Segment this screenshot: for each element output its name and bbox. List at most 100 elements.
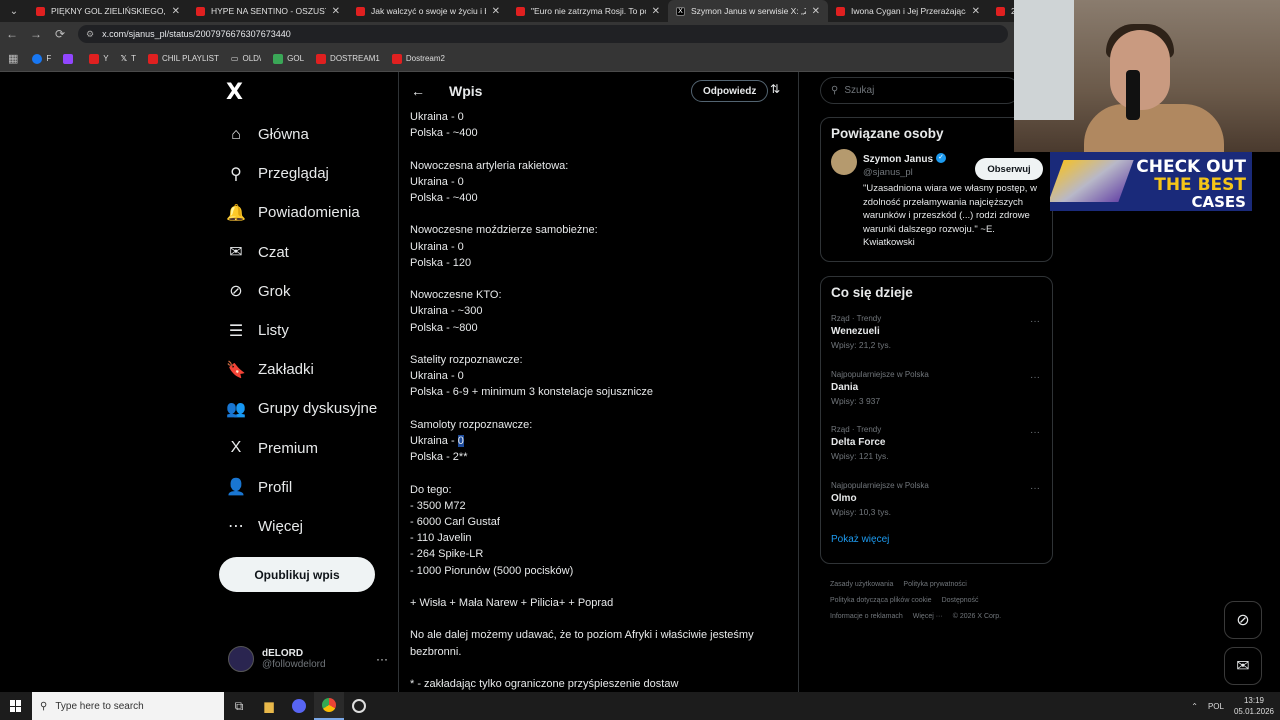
file-explorer-icon[interactable]: ▆: [254, 692, 284, 720]
sidebar-item-zakładki[interactable]: 🔖 Zakładki: [222, 350, 377, 389]
browser-tab[interactable]: Jak walczyć o swoje w życiu i bi ✕: [348, 0, 508, 22]
task-view-icon[interactable]: ⧉: [224, 692, 254, 720]
verified-icon: ✓: [936, 152, 947, 163]
taskbar-search[interactable]: ⚲ Type here to search: [32, 692, 224, 720]
youtube-icon: [356, 6, 365, 16]
youtube-icon: [147, 53, 158, 64]
grok-float-button[interactable]: ⊘: [1224, 601, 1262, 639]
post-line: Polska - 6-9 + minimum 3 konstelacje soj…: [410, 386, 654, 399]
trend-post-count: Wpisy: 21,2 tys.: [831, 340, 891, 350]
post-line: Nowoczesne moździerze samobieżne:: [410, 224, 598, 237]
back-icon[interactable]: ←: [0, 27, 24, 41]
bookmark-item[interactable]: Y: [89, 53, 109, 64]
footer-link[interactable]: Polityka dotycząca plików cookie: [830, 597, 932, 604]
browser-tab[interactable]: PIĘKNY GOL ZIELIŃSKIEGO, FO ✕: [28, 0, 188, 22]
bookmark-item[interactable]: F: [32, 53, 51, 64]
bookmark-item[interactable]: Dostream2: [391, 53, 445, 64]
site-settings-icon[interactable]: ⚙: [86, 29, 94, 40]
account-switcher[interactable]: dELORD @followdelord ···: [228, 646, 388, 672]
bookmark-folder[interactable]: ▭ OLD\: [231, 54, 261, 63]
knife-graphic: [1050, 160, 1134, 202]
settings-sliders-icon[interactable]: ⇅: [770, 82, 780, 96]
close-tab-icon[interactable]: ✕: [972, 6, 980, 17]
trend-post-count: Wpisy: 10,3 tys.: [831, 506, 891, 517]
publish-post-button[interactable]: Opublikuj wpis: [219, 557, 375, 592]
chrome-icon[interactable]: [314, 692, 344, 720]
chevron-up-icon[interactable]: ⌃: [1191, 702, 1198, 711]
trend-name: Delta Force: [831, 437, 886, 448]
ad-banner[interactable]: CHECK OUT THE BEST CASES: [1050, 152, 1252, 211]
start-button[interactable]: [0, 692, 32, 720]
sidebar-item-więcej[interactable]: ⋯ Więcej: [222, 507, 377, 546]
trend-item[interactable]: Rząd · Trendy Delta Force Wpisy: 121 tys. ·…: [821, 419, 1052, 475]
back-arrow-icon[interactable]: ←: [411, 83, 425, 99]
person-name[interactable]: Szymon Janus: [863, 154, 933, 165]
close-tab-icon[interactable]: ✕: [492, 6, 500, 17]
close-tab-icon[interactable]: ✕: [172, 6, 180, 17]
reply-button[interactable]: Odpowiedz: [691, 80, 769, 102]
avatar[interactable]: [831, 149, 857, 175]
browser-tab[interactable]: "Euro nie zatrzyma Rosji. To po ✕: [508, 0, 668, 22]
sidebar-item-czat[interactable]: ✉ Czat: [222, 233, 377, 272]
forward-icon[interactable]: →: [24, 27, 48, 41]
trend-meta: Najpopularniejsze w Polska: [831, 480, 929, 490]
bookmark-item[interactable]: GOL: [273, 53, 304, 64]
bookmark-item[interactable]: [63, 53, 77, 64]
bookmark-item[interactable]: DOSTREAM1: [316, 53, 380, 64]
sidebar-item-grupy-dyskusyjne[interactable]: 👥 Grupy dyskusyjne: [222, 389, 377, 428]
follow-button[interactable]: Obserwuj: [975, 158, 1043, 180]
bookmark-item[interactable]: 𝕏T: [121, 54, 136, 63]
sidebar-item-label: Powiadomienia: [258, 204, 360, 222]
url-field[interactable]: ⚙ x.com/sjanus_pl/status/200797667630767…: [78, 25, 1008, 43]
sidebar-item-listy[interactable]: ☰ Listy: [222, 311, 377, 350]
sidebar-item-label: Profil: [258, 478, 293, 496]
browser-tab[interactable]: X Szymon Janus w serwisie X: „Z ✕: [668, 0, 828, 22]
tab-search-icon[interactable]: ⌄: [0, 0, 28, 22]
footer-link[interactable]: Dostępność: [942, 597, 979, 604]
more-icon[interactable]: ···: [1030, 316, 1040, 327]
more-icon[interactable]: ···: [1030, 483, 1040, 494]
sidebar-item-premium[interactable]: X Premium: [222, 429, 377, 468]
footer-link[interactable]: Informacje o reklamach: [830, 613, 903, 620]
footer-link[interactable]: © 2026 X Corp.: [953, 613, 1001, 620]
discord-icon[interactable]: [284, 692, 314, 720]
close-tab-icon[interactable]: ✕: [652, 6, 660, 17]
sidebar-item-label: Więcej: [258, 517, 304, 535]
bookmark-item[interactable]: CHIL PLAYLIST: [147, 53, 219, 64]
search-input[interactable]: ⚲ Szukaj: [820, 77, 1020, 104]
clock[interactable]: 13:19 05.01.2026: [1234, 695, 1274, 717]
close-tab-icon[interactable]: ✕: [332, 6, 340, 17]
more-icon[interactable]: ···: [1030, 372, 1040, 383]
apps-icon[interactable]: ▦: [8, 52, 18, 65]
trend-item[interactable]: Rząd · Trendy Wenezueli Wpisy: 21,2 tys. ··…: [821, 308, 1052, 364]
sidebar-item-profil[interactable]: 👤 Profil: [222, 468, 377, 507]
footer-link[interactable]: Więcej ···: [913, 613, 943, 620]
more-icon[interactable]: ···: [1030, 427, 1040, 438]
sidebar-item-powiadomienia[interactable]: 🔔 Powiadomienia: [222, 193, 377, 232]
trend-item[interactable]: Najpopularniejsze w Polska Olmo Wpisy: 10,…: [821, 475, 1052, 531]
messages-float-button[interactable]: ✉: [1224, 647, 1262, 685]
footer-link[interactable]: Zasady użytkowania: [830, 581, 893, 588]
trend-item[interactable]: Najpopularniejsze w Polska Dania Wpisy: 3 …: [821, 364, 1052, 420]
more-icon[interactable]: ···: [376, 652, 388, 666]
reload-icon[interactable]: ⟳: [48, 27, 72, 41]
browser-tab[interactable]: Iwona Cygan i Jej Przerażająca ✕: [828, 0, 988, 22]
browser-tab[interactable]: HYPE NA SENTINO - OSZUSTW ✕: [188, 0, 348, 22]
youtube-icon: [836, 6, 845, 16]
language-indicator[interactable]: POL: [1208, 702, 1224, 711]
sidebar-item-główna[interactable]: ⌂ Główna: [222, 115, 377, 154]
close-tab-icon[interactable]: ✕: [812, 6, 820, 17]
footer-link[interactable]: Polityka prywatności: [903, 581, 966, 588]
sidebar-item-grok[interactable]: ⊘ Grok: [222, 272, 377, 311]
x-logo[interactable]: X: [226, 80, 243, 105]
post-line: Nowoczesne KTO:: [410, 289, 502, 302]
search-icon: ⚲: [831, 85, 839, 96]
show-more-link[interactable]: Pokaż więcej: [821, 530, 1052, 555]
sidebar-item-przeglądaj[interactable]: ⚲ Przeglądaj: [222, 154, 377, 193]
sidebar-item-label: Przeglądaj: [258, 165, 329, 183]
obs-icon[interactable]: [344, 692, 374, 720]
tab-title: Iwona Cygan i Jej Przerażająca: [851, 6, 966, 16]
